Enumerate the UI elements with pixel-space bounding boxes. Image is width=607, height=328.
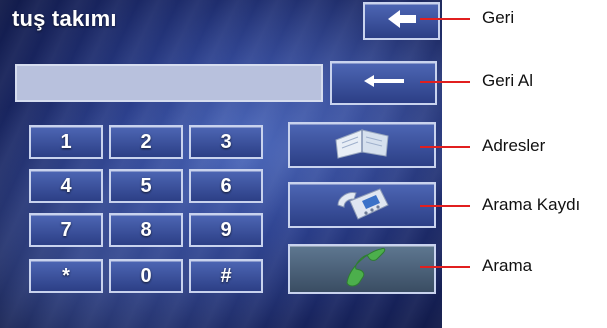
back-arrow-icon [387, 9, 416, 33]
callout-line-delete [420, 81, 470, 83]
key-8[interactable]: 8 [109, 213, 183, 247]
key-hash[interactable]: # [189, 259, 263, 293]
keypad-screen: tuş takımı 1 2 3 4 5 6 7 8 9 * 0 # [0, 0, 442, 328]
key-9[interactable]: 9 [189, 213, 263, 247]
key-4[interactable]: 4 [29, 169, 103, 203]
address-book-icon [332, 126, 392, 165]
call-button[interactable] [288, 244, 436, 294]
key-3[interactable]: 3 [189, 125, 263, 159]
callout-line-addresses [420, 146, 470, 148]
phone-number-input[interactable] [15, 64, 323, 102]
callout-line-call-log [420, 205, 470, 207]
key-0[interactable]: 0 [109, 259, 183, 293]
callout-label-call: Arama [482, 256, 533, 275]
callout-line-back [420, 18, 470, 20]
key-2[interactable]: 2 [109, 125, 183, 159]
key-5[interactable]: 5 [109, 169, 183, 203]
backspace-arrow-icon [363, 74, 404, 93]
delete-button[interactable] [330, 61, 437, 105]
page-title: tuş takımı [12, 6, 117, 31]
key-star[interactable]: * [29, 259, 103, 293]
key-7[interactable]: 7 [29, 213, 103, 247]
callout-line-call [420, 266, 470, 268]
phone-handset-icon [335, 247, 389, 292]
call-log-button[interactable] [288, 182, 436, 228]
phone-keypad-icon [332, 183, 392, 228]
callout-label-call-log: Arama Kaydı [482, 195, 581, 214]
callout-label-back: Geri [482, 8, 515, 27]
callout-label-addresses: Adresler [482, 136, 546, 155]
addresses-button[interactable] [288, 122, 436, 168]
key-6[interactable]: 6 [189, 169, 263, 203]
callout-label-delete: Geri Al [482, 71, 534, 90]
key-1[interactable]: 1 [29, 125, 103, 159]
back-button[interactable] [363, 2, 440, 40]
